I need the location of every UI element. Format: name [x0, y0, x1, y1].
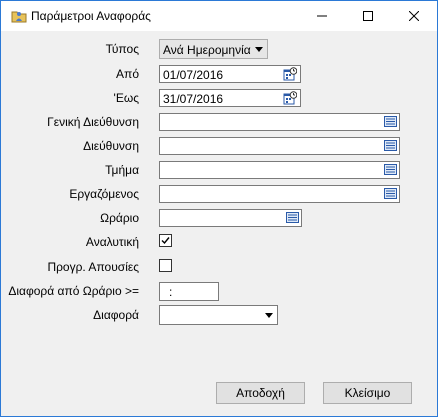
type-select[interactable]: Ανά Ημερομηνία	[159, 39, 268, 59]
calendar-icon[interactable]	[283, 91, 297, 105]
close-icon	[409, 11, 419, 21]
folder-person-icon	[11, 11, 27, 23]
lookup-list-icon[interactable]	[384, 188, 397, 200]
scheduled-absences-label: Προγρ. Απουσίες	[47, 260, 139, 274]
maximize-icon	[363, 11, 373, 21]
minimize-button[interactable]	[299, 1, 345, 31]
directorate-field[interactable]	[159, 137, 400, 155]
department-label: Τμήμα	[105, 163, 139, 177]
schedule-diff-time-field[interactable]: :	[159, 282, 219, 301]
lookup-list-icon[interactable]	[384, 116, 397, 128]
schedule-label: Ωράριο	[100, 211, 139, 225]
from-label: Από	[116, 67, 139, 81]
schedule-diff-label: Διαφορά από Ωράριο >=	[8, 284, 139, 298]
type-select-value: Ανά Ημερομηνία	[163, 43, 251, 57]
from-date-field[interactable]: 01/07/2016	[159, 65, 301, 83]
title-bar: Παράμετροι Αναφοράς	[1, 1, 437, 31]
to-date-field[interactable]: 31/07/2016	[159, 89, 301, 107]
schedule-diff-value: :	[169, 285, 173, 299]
employee-field[interactable]	[159, 185, 400, 203]
maximize-button[interactable]	[345, 1, 391, 31]
chevron-down-icon	[265, 313, 273, 318]
type-label: Τύπος	[105, 42, 139, 56]
form-area: Τύπος Ανά Ημερομηνία Από 01/07/2016 'Εως…	[1, 31, 437, 416]
close-button[interactable]	[391, 1, 437, 31]
window-title: Παράμετροι Αναφοράς	[31, 9, 151, 23]
difference-label: Διαφορά	[93, 308, 139, 322]
general-directorate-field[interactable]	[159, 113, 400, 131]
detailed-checkbox[interactable]	[159, 234, 172, 247]
schedule-field[interactable]	[159, 209, 302, 227]
difference-select[interactable]	[159, 305, 278, 325]
chevron-down-icon	[255, 47, 263, 52]
lookup-list-icon[interactable]	[384, 140, 397, 152]
directorate-label: Διεύθυνση	[83, 139, 139, 153]
checkmark-icon	[161, 237, 170, 245]
department-field[interactable]	[159, 161, 400, 179]
close-dialog-button[interactable]: Κλείσιμο	[323, 382, 412, 404]
calendar-icon[interactable]	[283, 67, 297, 81]
from-date-value: 01/07/2016	[163, 68, 224, 82]
scheduled-absences-checkbox[interactable]	[159, 259, 172, 272]
general-directorate-label: Γενική Διεύθυνση	[47, 115, 139, 129]
employee-label: Εργαζόμενος	[69, 187, 139, 201]
to-label: 'Εως	[113, 91, 139, 105]
lookup-list-icon[interactable]	[286, 212, 299, 224]
report-parameters-window: Παράμετροι Αναφοράς Τύπος Ανά Ημερομηνία…	[0, 0, 438, 417]
lookup-list-icon[interactable]	[384, 164, 397, 176]
accept-button[interactable]: Αποδοχή	[216, 382, 305, 404]
minimize-icon	[317, 15, 327, 17]
detailed-label: Αναλυτική	[85, 235, 139, 249]
to-date-value: 31/07/2016	[163, 92, 224, 106]
